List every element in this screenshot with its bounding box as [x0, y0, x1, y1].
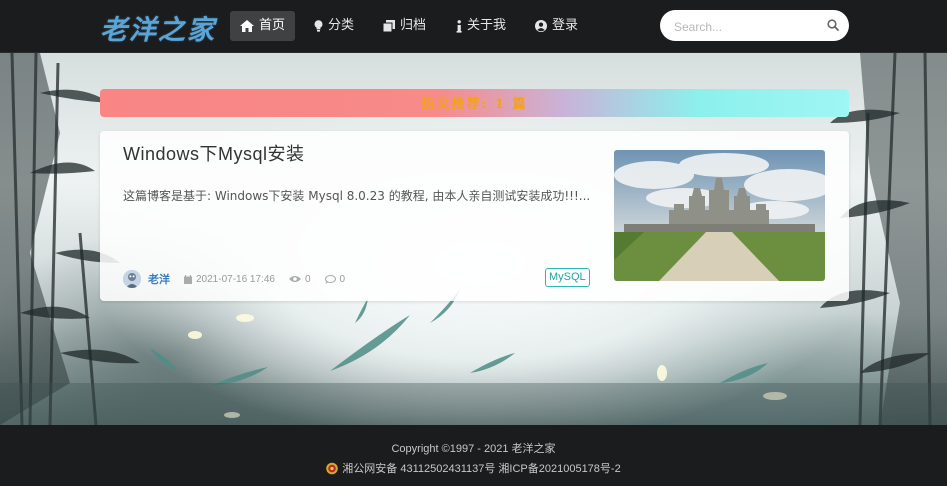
chateau-image: [614, 150, 825, 281]
top-navbar: 老洋之家 首页 分类 归档 关于我 登录 Search...: [0, 0, 947, 53]
nav-item-label: 归档: [400, 18, 427, 33]
post-thumbnail[interactable]: [614, 150, 825, 281]
post-title[interactable]: Windows下Mysql安装: [123, 140, 305, 166]
user-circle-icon: [535, 20, 547, 32]
nav-item-label: 登录: [552, 18, 579, 33]
lightbulb-icon: [314, 20, 323, 32]
clone-icon: [383, 20, 395, 32]
author-name[interactable]: 老洋: [148, 271, 170, 287]
copyright-text: Copyright ©1997 - 2021 老洋之家: [391, 443, 556, 455]
author-avatar[interactable]: [123, 270, 141, 288]
site-logo[interactable]: 老洋之家: [100, 8, 216, 47]
police-badge-icon: [326, 462, 339, 474]
nav-item-label: 首页: [259, 18, 286, 33]
nav-item-label: 关于我: [467, 18, 507, 33]
nav-item-home[interactable]: 首页: [230, 11, 296, 41]
search-icon[interactable]: [827, 19, 839, 31]
post-meta: 老洋 2021-07-16 17:46 0 0: [123, 269, 345, 289]
comment-icon: [324, 274, 336, 284]
post-comments: 0: [339, 273, 346, 285]
post-views: 0: [304, 273, 311, 285]
nav-item-about[interactable]: 关于我: [446, 11, 516, 41]
post-tag[interactable]: MySQL: [545, 268, 590, 287]
hot-posts-text: 热文推荐: 1 篇: [421, 97, 528, 112]
nav-item-category[interactable]: 分类: [304, 11, 364, 41]
nav-item-archive[interactable]: 归档: [373, 11, 436, 41]
icp-text[interactable]: 湘公网安备 43112502431137号 湘ICP备2021005178号-2: [342, 460, 620, 476]
nav-item-label: 分类: [328, 18, 355, 33]
icp-record[interactable]: 湘公网安备 43112502431137号 湘ICP备2021005178号-2: [0, 460, 947, 476]
search-box[interactable]: [660, 10, 849, 43]
post-date: 2021-07-16 17:46: [196, 273, 275, 285]
hot-posts-banner: 热文推荐: 1 篇: [100, 89, 849, 117]
nav-item-login[interactable]: 登录: [525, 11, 588, 41]
avatar-image: [123, 270, 141, 288]
post-excerpt: 这篇博客是基于: Windows下安装 Mysql 8.0.23 的教程, 由本…: [123, 189, 591, 203]
eye-icon: [288, 275, 301, 283]
home-icon: [240, 20, 254, 32]
page-footer: Copyright ©1997 - 2021 老洋之家 湘公网安备 431125…: [0, 425, 947, 486]
search-input[interactable]: [672, 10, 821, 43]
calendar-icon: [184, 274, 192, 284]
info-icon: [456, 19, 462, 33]
post-card[interactable]: Windows下Mysql安装 这篇博客是基于: Windows下安装 Mysq…: [100, 131, 849, 301]
